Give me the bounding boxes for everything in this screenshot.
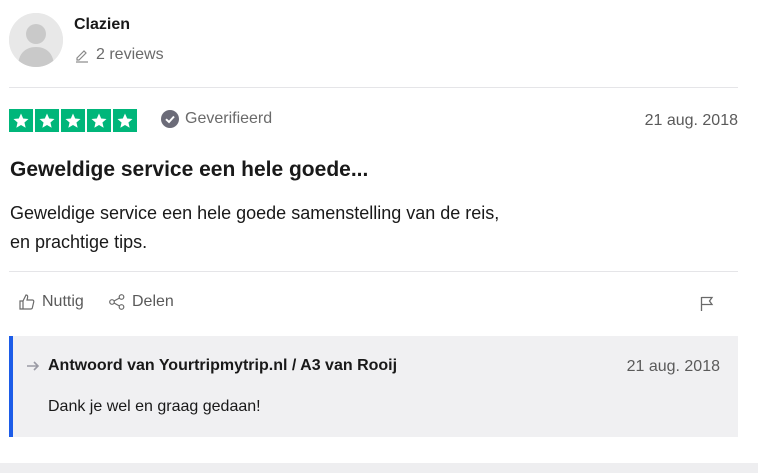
review-card: Clazien 2 reviews Geverifieerd 21 aug. 2…	[0, 0, 758, 463]
share-label: Delen	[132, 293, 174, 310]
star-icon	[113, 109, 137, 132]
verified-check-icon	[161, 110, 179, 128]
star-icon	[87, 109, 111, 132]
review-body: Geweldige service een hele goede samenst…	[10, 199, 610, 257]
review-count-label: 2 reviews	[96, 46, 164, 63]
user-silhouette-icon	[9, 13, 63, 67]
company-reply: Antwoord van Yourtripmytrip.nl / A3 van …	[9, 336, 738, 437]
review-count: 2 reviews	[74, 46, 164, 64]
review-body-line: en prachtige tips.	[10, 232, 148, 252]
star-rating	[9, 109, 137, 132]
verified-badge[interactable]: Geverifieerd	[161, 110, 272, 128]
useful-label: Nuttig	[42, 293, 84, 310]
pencil-icon	[76, 50, 88, 63]
header-divider	[9, 87, 738, 88]
star-icon	[9, 109, 33, 132]
review-body-line: Geweldige service een hele goede samenst…	[10, 203, 500, 223]
verified-label: Geverifieerd	[185, 110, 273, 127]
actions-divider	[9, 271, 738, 272]
bottom-separator	[0, 463, 758, 473]
reply-title: Antwoord van Yourtripmytrip.nl / A3 van …	[48, 357, 398, 374]
star-icon	[35, 109, 59, 132]
avatar[interactable]	[9, 13, 63, 67]
reply-text: Dank je wel en graag gedaan!	[48, 398, 261, 415]
useful-button[interactable]: Nuttig	[18, 293, 84, 311]
reviewer-name[interactable]: Clazien	[74, 16, 130, 34]
reply-date: 21 aug. 2018	[626, 358, 720, 375]
flag-icon	[700, 296, 714, 311]
star-icon	[61, 109, 85, 132]
review-date: 21 aug. 2018	[644, 112, 738, 129]
share-button[interactable]: Delen	[108, 293, 174, 311]
share-icon	[109, 294, 125, 310]
reply-arrow-icon	[27, 361, 40, 371]
review-title[interactable]: Geweldige service een hele goede...	[10, 158, 368, 182]
report-button[interactable]	[699, 295, 715, 318]
thumbs-up-icon	[19, 294, 35, 310]
